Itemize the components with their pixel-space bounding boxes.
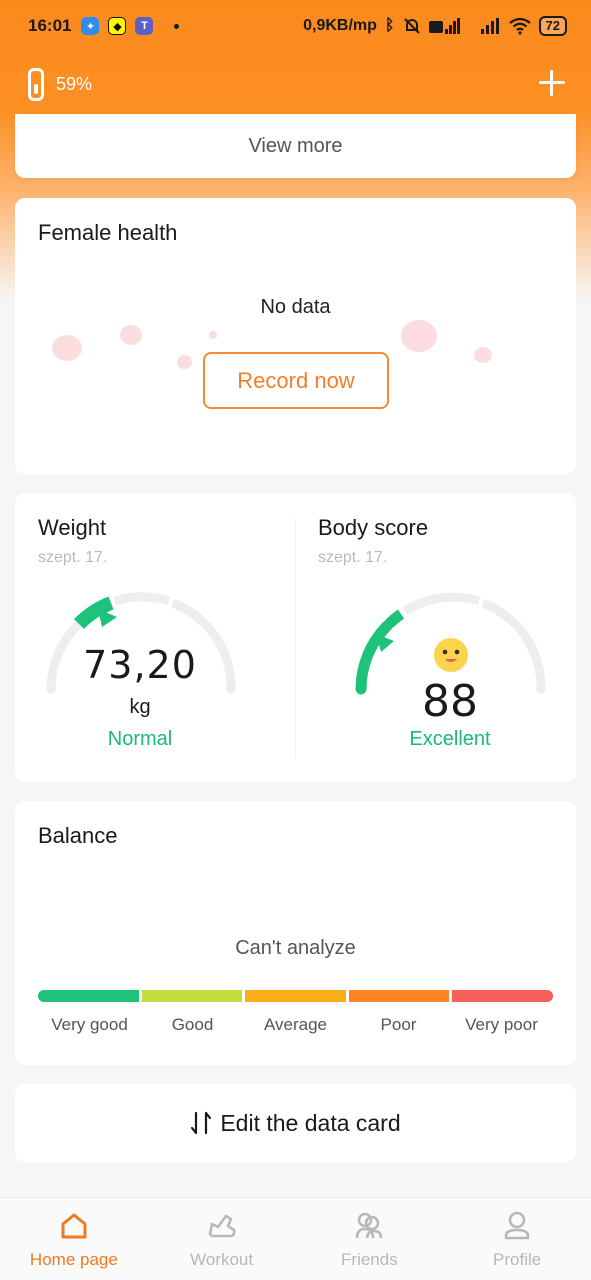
home-icon <box>61 1213 87 1239</box>
smiley-icon <box>434 638 468 672</box>
scale-label: Poor <box>380 1015 417 1034</box>
scale-segment-very-poor <box>452 990 553 1002</box>
balance-title: Balance <box>38 823 118 848</box>
sort-arrows-icon <box>191 1111 212 1135</box>
scale-segment-very-good <box>38 990 139 1002</box>
friends-icon <box>356 1212 383 1239</box>
tab-friends[interactable]: Friends <box>296 1198 444 1280</box>
weight-status: Normal <box>107 728 173 750</box>
body-score-title: Body score <box>318 515 429 540</box>
tab-friends-label: Friends <box>341 1250 398 1269</box>
scale-label: Average <box>263 1015 327 1034</box>
signal-2-icon <box>480 18 499 34</box>
scale-label: Very good <box>51 1015 128 1034</box>
bluetooth-icon: ᛒ <box>384 17 395 34</box>
scale-label: Very poor <box>465 1015 538 1034</box>
body-score-panel[interactable]: Body score szept. 17. 88 Excellent <box>295 493 575 782</box>
decoration-bubble <box>209 331 217 339</box>
scale-segment-poor <box>348 990 450 1002</box>
weight-date: szept. 17. <box>38 549 108 566</box>
body-metrics-card: Weight szept. 17. 73,20 kg Normal Body s… <box>15 493 576 782</box>
edit-data-card-button[interactable]: Edit the data card <box>15 1084 576 1162</box>
add-button[interactable] <box>537 68 567 98</box>
shoe-icon <box>208 1214 236 1238</box>
scale-label: Good <box>171 1015 214 1034</box>
balance-card[interactable]: Balance Can't analyze Very good Good Ave… <box>15 801 576 1065</box>
tab-workout-label: Workout <box>190 1250 254 1269</box>
decoration-bubble <box>401 320 437 352</box>
status-time: 16:01 <box>28 16 72 35</box>
tab-profile[interactable]: Profile <box>443 1198 591 1280</box>
teams-icon: T <box>135 17 154 35</box>
profile-icon <box>504 1211 530 1240</box>
record-now-button[interactable]: Record now <box>203 352 389 409</box>
status-bar: 16:01 ✦ ◆ T 0,9KB/mp ᛒ 72 <box>0 0 591 52</box>
silent-bell-icon <box>403 18 420 34</box>
no-data-label: No data <box>260 296 331 318</box>
tab-profile-label: Profile <box>493 1250 542 1269</box>
weight-panel[interactable]: Weight szept. 17. 73,20 kg Normal <box>15 493 295 782</box>
female-health-title: Female health <box>38 220 178 245</box>
balance-scale-bar <box>38 990 553 1002</box>
body-score-date: szept. 17. <box>318 549 388 566</box>
more-notifications-icon <box>174 23 180 29</box>
weight-value: 73,20 <box>83 643 197 687</box>
female-health-card[interactable]: Female health No data Record now <box>15 198 576 474</box>
tab-home[interactable]: Home page <box>0 1198 148 1280</box>
weight-unit: kg <box>129 696 151 718</box>
tab-home-label: Home page <box>29 1250 118 1269</box>
decoration-bubble <box>474 347 492 363</box>
wifi-icon <box>508 17 531 35</box>
balance-message: Can't analyze <box>235 937 356 959</box>
snapchat-icon: ◆ <box>108 17 127 35</box>
body-score-status: Excellent <box>409 728 491 750</box>
battery-indicator: 72 <box>538 16 567 36</box>
bottom-tab-bar: Home page Workout Friends Profile <box>0 1197 591 1280</box>
scale-segment-average <box>245 990 346 1002</box>
decoration-bubble <box>52 335 82 361</box>
band-icon <box>28 67 44 101</box>
balance-scale-labels: Very good Good Average Poor Very poor <box>38 1015 553 1035</box>
view-more-button[interactable]: View more <box>15 114 576 178</box>
body-score-value: 88 <box>422 676 478 727</box>
device-status[interactable]: 59% <box>28 66 92 102</box>
scale-segment-good <box>141 990 243 1002</box>
device-battery: 59% <box>56 73 93 94</box>
weight-title: Weight <box>38 515 107 540</box>
messenger-icon: ✦ <box>81 17 100 35</box>
network-speed: 0,9KB/mp <box>303 17 377 34</box>
decoration-bubble <box>120 325 142 345</box>
decoration-bubble <box>177 355 192 369</box>
tab-workout[interactable]: Workout <box>148 1198 296 1280</box>
edit-data-card-label: Edit the data card <box>220 1109 401 1136</box>
signal-icon <box>428 18 460 34</box>
